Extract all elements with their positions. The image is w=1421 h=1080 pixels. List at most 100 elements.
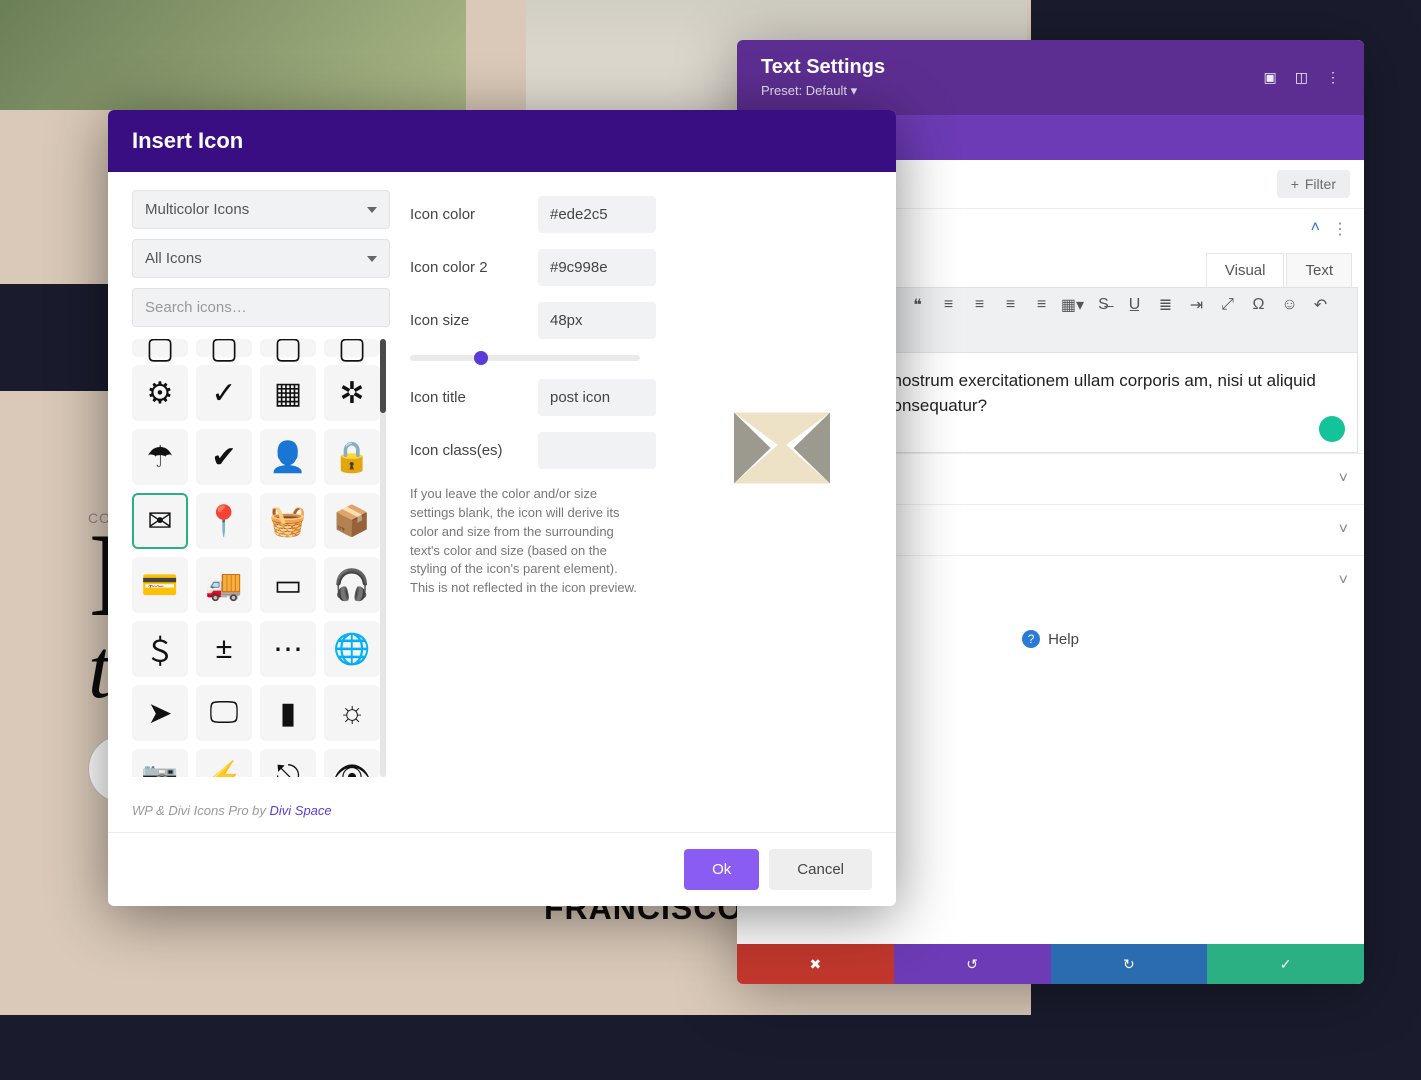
delete-button[interactable]: ✖ xyxy=(737,944,894,984)
close-icon: ✖ xyxy=(810,956,822,973)
icon-chat[interactable]: ⋯ xyxy=(260,621,316,677)
fullscreen-icon[interactable]: ⤢ xyxy=(1219,296,1236,313)
chevron-up-icon[interactable]: ˄ xyxy=(1311,219,1320,239)
icon-picker-column: Multicolor Icons All Icons Search icons…… xyxy=(132,190,390,777)
more-icon[interactable]: ⋮ xyxy=(1326,69,1340,86)
subcategory-select[interactable]: All Icons xyxy=(132,239,390,278)
icon-title-label: Icon title xyxy=(410,389,520,406)
icon-remote[interactable]: ▮ xyxy=(260,685,316,741)
confirm-button[interactable]: ✓ xyxy=(1207,944,1364,984)
chevron-down-icon xyxy=(367,207,377,213)
icon-class-input[interactable] xyxy=(538,432,656,469)
justify-icon[interactable]: ≣ xyxy=(1157,296,1174,313)
redo-icon: ↻ xyxy=(1123,956,1135,973)
icon-card[interactable]: 💳 xyxy=(132,557,188,613)
icon-dollar[interactable]: ＄ xyxy=(132,621,188,677)
attribution-link[interactable]: Divi Space xyxy=(270,803,332,818)
icon-camera[interactable]: 📷 xyxy=(132,749,188,777)
chevron-down-icon: ˅ xyxy=(1339,572,1348,590)
settings-note: If you leave the color and/or size setti… xyxy=(410,485,638,598)
plus-icon: + xyxy=(1291,176,1299,192)
icon-brightness[interactable]: ☼ xyxy=(324,685,380,741)
grammarly-badge[interactable] xyxy=(1319,416,1345,442)
attribution: WP & Divi Icons Pro by Divi Space xyxy=(108,795,896,832)
section-more-icon[interactable]: ⋮ xyxy=(1332,219,1348,239)
quote-icon[interactable]: ❝ xyxy=(909,296,926,313)
icon-truck[interactable]: 🚚 xyxy=(196,557,252,613)
strike-icon[interactable]: S̶ xyxy=(1095,296,1112,313)
slider-knob[interactable] xyxy=(474,351,488,365)
icon-class-label: Icon class(es) xyxy=(410,442,520,459)
icon-size-slider[interactable] xyxy=(410,355,640,361)
help-icon: ? xyxy=(1022,630,1040,648)
icon-checkmark[interactable]: ✔ xyxy=(196,429,252,485)
panel-header: Text Settings Preset: Default ▾ ▣ ◫ ⋮ xyxy=(737,40,1364,115)
omega-icon[interactable]: Ω xyxy=(1250,296,1267,313)
icon--[interactable]: ▢ xyxy=(196,339,252,357)
search-input[interactable]: Search icons… xyxy=(132,288,390,327)
icon-headphones[interactable]: 🎧 xyxy=(324,557,380,613)
icon-color-label: Icon color xyxy=(410,206,520,223)
icon-color2-label: Icon color 2 xyxy=(410,259,520,276)
table-icon[interactable]: ▦▾ xyxy=(1064,296,1081,313)
icon-eye[interactable]: 👁 xyxy=(324,749,380,777)
icon-tablet[interactable]: ▭ xyxy=(260,557,316,613)
icon-size-label: Icon size xyxy=(410,312,520,329)
emoji-icon[interactable]: ☺ xyxy=(1281,296,1298,313)
help-label: Help xyxy=(1048,631,1079,648)
icon-package[interactable]: 📦 xyxy=(324,493,380,549)
icon-map-pin[interactable]: 📍 xyxy=(196,493,252,549)
insert-icon-modal: Insert Icon Multicolor Icons All Icons S… xyxy=(108,110,896,906)
icon-umbrella[interactable]: ☂ xyxy=(132,429,188,485)
icon-shield-ok[interactable]: ✓ xyxy=(196,365,252,421)
icon-plus-minus[interactable]: ± xyxy=(196,621,252,677)
indent-icon[interactable]: ⇥ xyxy=(1188,296,1205,313)
icon-user[interactable]: 👤 xyxy=(260,429,316,485)
underline-icon[interactable]: U̲ xyxy=(1126,296,1143,313)
icon--[interactable]: ▢ xyxy=(260,339,316,357)
icon-calendar[interactable]: ▦ xyxy=(260,365,316,421)
tab-text[interactable]: Text xyxy=(1286,253,1352,287)
redo-button[interactable]: ↻ xyxy=(1051,944,1208,984)
columns-icon[interactable]: ◫ xyxy=(1295,69,1308,86)
icon-sliders[interactable]: ⚙ xyxy=(132,365,188,421)
icon-cursor[interactable]: ➤ xyxy=(132,685,188,741)
panel-title: Text Settings xyxy=(761,56,885,79)
icon-monitor[interactable]: 🖵 xyxy=(196,685,252,741)
align-left-icon[interactable]: ≡ xyxy=(940,296,957,313)
modal-footer: Ok Cancel xyxy=(108,832,896,906)
icon-globe[interactable]: 🌐 xyxy=(324,621,380,677)
icon-title-input[interactable] xyxy=(538,379,656,416)
fields-column: Icon color Icon color 2 Icon size Icon t… xyxy=(410,190,672,777)
align-right-icon[interactable]: ≡ xyxy=(1002,296,1019,313)
filter-button[interactable]: + Filter xyxy=(1277,170,1350,198)
undo-icon[interactable]: ↶ xyxy=(1312,296,1329,313)
icon-battery[interactable]: ⚡ xyxy=(196,749,252,777)
ok-button[interactable]: Ok xyxy=(684,849,759,890)
icon-settings[interactable]: ✲ xyxy=(324,365,380,421)
icon-basket[interactable]: 🧺 xyxy=(260,493,316,549)
icon-mail[interactable]: ✉ xyxy=(132,493,188,549)
category-select[interactable]: Multicolor Icons xyxy=(132,190,390,229)
icon--[interactable]: ▢ xyxy=(132,339,188,357)
scrollbar-thumb[interactable] xyxy=(380,339,386,413)
preset-dropdown[interactable]: Preset: Default ▾ xyxy=(761,83,885,99)
attribution-prefix: WP & Divi Icons Pro by xyxy=(132,803,270,818)
icon-usb[interactable]: ⎋ xyxy=(260,749,316,777)
align-center-icon[interactable]: ≡ xyxy=(971,296,988,313)
focus-icon[interactable]: ▣ xyxy=(1264,69,1277,86)
undo-button[interactable]: ↺ xyxy=(894,944,1051,984)
tab-visual[interactable]: Visual xyxy=(1206,253,1285,287)
cancel-button[interactable]: Cancel xyxy=(769,849,872,890)
category-label: Multicolor Icons xyxy=(145,201,249,218)
icon-color-input[interactable] xyxy=(538,196,656,233)
icon-lock[interactable]: 🔒 xyxy=(324,429,380,485)
icon-color2-input[interactable] xyxy=(538,249,656,286)
icon-grid: ▢ ▢ ▢ ▢ ⚙✓▦✲ ☂✔👤🔒 ✉📍🧺📦 💳🚚▭🎧 ＄±⋯🌐 ➤🖵▮☼ 📷 ⚡ ⎋ 👁 xyxy=(132,339,390,777)
chevron-down-icon xyxy=(367,256,377,262)
icon--[interactable]: ▢ xyxy=(324,339,380,357)
align-justify-icon[interactable]: ≡ xyxy=(1033,296,1050,313)
subcategory-label: All Icons xyxy=(145,250,202,267)
icon-preview xyxy=(692,190,872,777)
icon-size-input[interactable] xyxy=(538,302,656,339)
